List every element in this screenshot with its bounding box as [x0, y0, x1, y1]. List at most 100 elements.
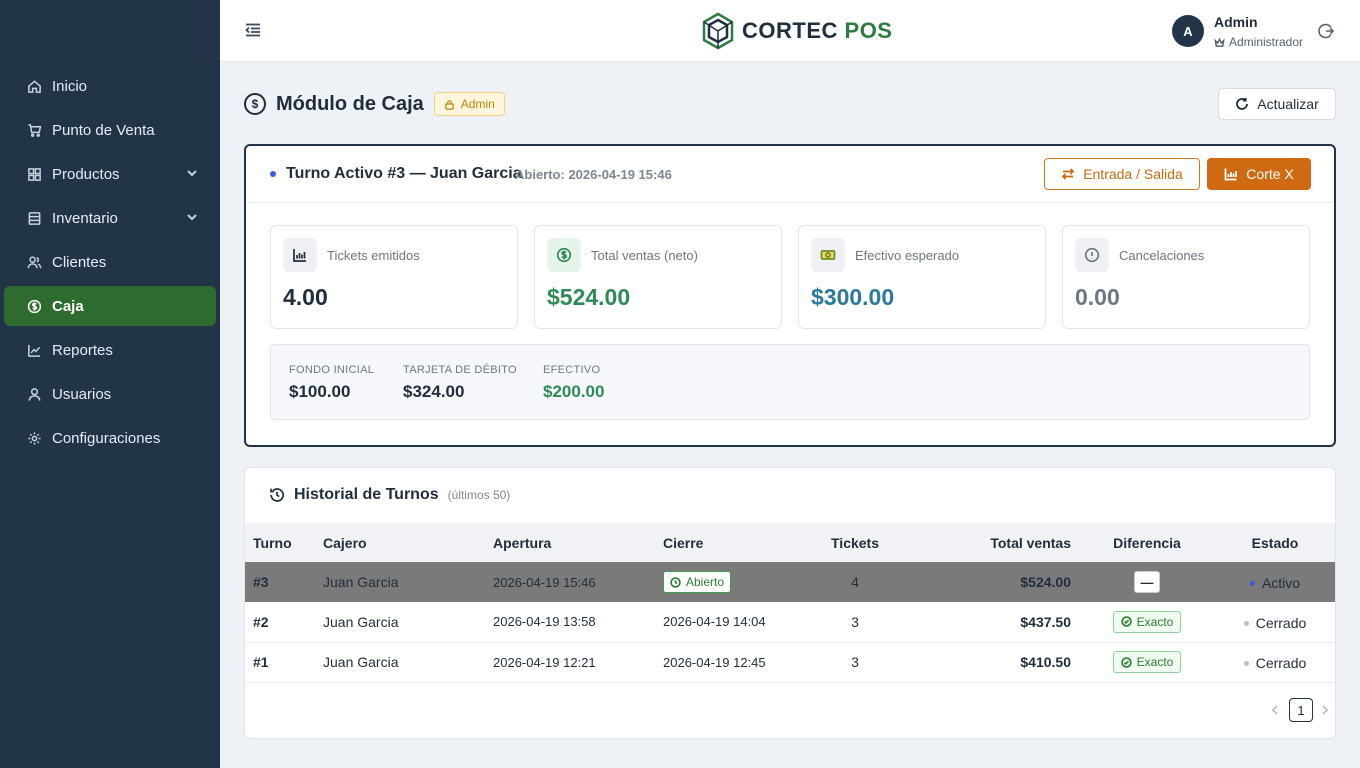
page-title: Módulo de Caja — [276, 92, 424, 115]
summary-initial-fund: FONDO INICIAL $100.00 — [289, 364, 374, 402]
cell-apertura: 2026-04-19 12:21 — [485, 642, 655, 683]
column-header[interactable]: Cierre — [655, 523, 805, 562]
column-header[interactable]: Cajero — [315, 523, 485, 562]
table-row[interactable]: #2 Juan Garcia 2026-04-19 13:58 2026-04-… — [245, 602, 1335, 643]
sidebar-item-configuraciones[interactable]: Configuraciones — [4, 418, 216, 458]
stat-label: Efectivo esperado — [855, 248, 960, 263]
lock-icon — [444, 99, 454, 110]
cortec-logo-icon — [702, 12, 734, 50]
sidebar-item-punto-de-venta[interactable]: Punto de Venta — [4, 110, 216, 150]
cell-estado: Activo — [1215, 562, 1335, 602]
clock-icon — [670, 576, 681, 588]
cell-turno: #1 — [245, 642, 315, 683]
sidebar-item-inventario[interactable]: Inventario — [4, 198, 216, 238]
cell-diferencia: Exacto — [1079, 642, 1215, 683]
status-dot — [1243, 660, 1249, 666]
sidebar-item-usuarios[interactable]: Usuarios — [4, 374, 216, 414]
sidebar-item-reportes[interactable]: Reportes — [4, 330, 216, 370]
sidebar-item-clientes[interactable]: Clientes — [4, 242, 216, 282]
inventory-icon — [26, 210, 42, 226]
brand-logo: CORTEC POS — [700, 12, 892, 50]
pagination: 1 — [1269, 698, 1333, 722]
table-row[interactable]: #1 Juan Garcia 2026-04-19 12:21 2026-04-… — [245, 642, 1335, 683]
cell-diferencia: Exacto — [1079, 602, 1215, 643]
history-header: Historial de Turnos (últimos 50) — [269, 486, 510, 504]
summary-value: $324.00 — [403, 382, 465, 401]
sidebar-item-productos[interactable]: Productos — [4, 154, 216, 194]
sidebar-item-label: Caja — [52, 297, 84, 315]
refresh-button[interactable]: Actualizar — [1218, 88, 1336, 120]
column-header[interactable]: Estado — [1215, 523, 1335, 562]
refresh-icon — [1236, 98, 1249, 110]
cell-apertura: 2026-04-19 13:58 — [485, 602, 655, 643]
brand-main: CORTEC — [742, 18, 838, 43]
open-tag-label: Abierto — [686, 575, 725, 589]
cash-in-out-button[interactable]: Entrada / Salida — [1044, 158, 1200, 190]
chevron-left-icon[interactable] — [1269, 703, 1283, 717]
status-label: Cerrado — [1255, 615, 1307, 631]
status-label: Activo — [1261, 575, 1301, 592]
page-header: $ Módulo de Caja Admin — [244, 88, 505, 120]
swap-icon — [1061, 168, 1075, 180]
column-header[interactable]: Turno — [245, 523, 315, 562]
cell-total: $524.00 — [905, 562, 1079, 602]
sidebar: Inicio Punto de Venta Productos Inventar… — [0, 0, 220, 768]
dollar-circle-icon: $ — [244, 93, 266, 115]
cell-cierre: 2026-04-19 14:04 — [655, 602, 805, 643]
page-number-button[interactable]: 1 — [1289, 698, 1313, 722]
cell-estado: Cerrado — [1215, 642, 1335, 683]
stat-value: 4.00 — [283, 284, 328, 310]
sidebar-item-label: Clientes — [52, 253, 107, 271]
check-circle-icon — [1120, 656, 1132, 668]
sidebar-item-label: Inventario — [52, 209, 118, 227]
sidebar-nav: Inicio Punto de Venta Productos Inventar… — [4, 66, 216, 462]
stat-card-expected-cash: Efectivo esperado $300.00 — [798, 225, 1046, 329]
exact-tag: Exacto — [1112, 651, 1182, 673]
stat-card-tickets: Tickets emitidos 4.00 — [270, 225, 518, 329]
logout-icon[interactable] — [1317, 22, 1335, 40]
cut-x-label: Corte X — [1246, 166, 1294, 182]
stat-card-cancellations: Cancelaciones 0.00 — [1062, 225, 1310, 329]
cell-tickets: 4 — [805, 562, 905, 602]
history-subtitle: (últimos 50) — [447, 488, 511, 502]
sidebar-item-caja[interactable]: Caja — [4, 286, 216, 326]
menu-collapse-icon[interactable] — [244, 21, 262, 39]
sidebar-item-label: Reportes — [52, 341, 113, 359]
summary-label: TARJETA DE DÉBITO — [403, 364, 517, 376]
exact-tag-label: Exacto — [1136, 655, 1174, 669]
cut-x-button[interactable]: Corte X — [1207, 158, 1311, 190]
shift-title: Turno Activo #3 — Juan Garcia — [286, 165, 522, 182]
chevron-down-icon — [186, 166, 198, 178]
status-label: Cerrado — [1255, 655, 1307, 672]
stat-label: Cancelaciones — [1119, 248, 1205, 263]
sidebar-item-label: Productos — [52, 165, 120, 183]
status-dot — [270, 171, 276, 177]
status-dot — [1243, 620, 1249, 626]
column-header[interactable]: Tickets — [805, 523, 905, 562]
avatar[interactable]: A — [1172, 15, 1204, 47]
home-icon — [26, 78, 42, 94]
status-badge: Cerrado — [1243, 655, 1307, 672]
shift-history-card: Historial de Turnos (últimos 50) Turno C… — [244, 467, 1336, 739]
admin-badge-label: Admin — [460, 97, 495, 111]
table-row[interactable]: #3 Juan Garcia 2026-04-19 15:46 Abierto … — [245, 562, 1335, 602]
shift-header: Turno Activo #3 — Juan Garcia Abierto: 2… — [246, 146, 1334, 203]
summary-label: FONDO INICIAL — [289, 364, 375, 376]
shift-summary: FONDO INICIAL $100.00 TARJETA DE DÉBITO … — [270, 344, 1310, 420]
open-tag: Abierto — [663, 571, 732, 593]
bar-chart-icon — [283, 238, 317, 272]
column-header[interactable]: Diferencia — [1079, 523, 1215, 562]
column-header[interactable]: Total ventas — [905, 523, 1079, 562]
topbar: CORTEC POS A Admin Administrador — [220, 0, 1360, 62]
column-header[interactable]: Apertura — [485, 523, 655, 562]
cash-in-out-label: Entrada / Salida — [1083, 166, 1183, 182]
cell-tickets: 3 — [805, 642, 905, 683]
history-icon — [270, 488, 285, 502]
chevron-right-icon[interactable] — [1319, 703, 1333, 717]
cell-apertura: 2026-04-19 15:46 — [485, 562, 655, 602]
info-icon — [1075, 238, 1109, 272]
exact-tag: Exacto — [1112, 610, 1182, 633]
dollar-circle-icon — [26, 298, 42, 314]
status-badge: Cerrado — [1243, 615, 1307, 631]
sidebar-item-inicio[interactable]: Inicio — [4, 66, 216, 106]
